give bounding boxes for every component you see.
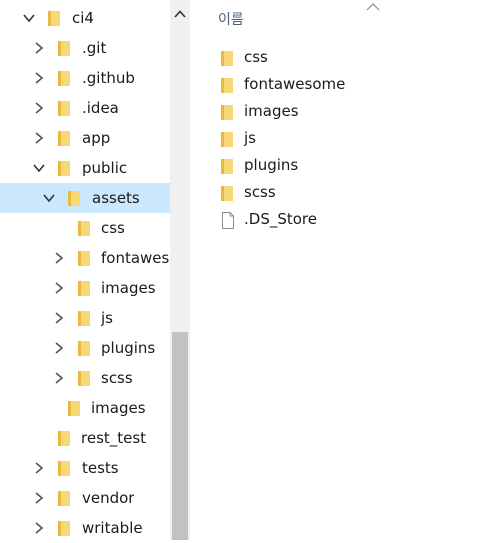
file-item-label: .DS_Store [244, 210, 317, 228]
tree-item-label: images [91, 399, 146, 417]
file-item-label: js [244, 129, 256, 147]
tree-item-label: plugins [101, 339, 156, 357]
tree-item-label: writable [82, 519, 143, 537]
tree-item-label: .git [82, 39, 107, 57]
chevron-right-icon[interactable] [32, 101, 46, 115]
folder-icon [221, 51, 233, 66]
tree-item-vendor[interactable]: vendor [0, 483, 170, 513]
folder-icon [221, 78, 233, 93]
folder-icon [221, 186, 233, 201]
chevron-down-icon[interactable] [32, 161, 46, 175]
chevron-right-icon[interactable] [32, 521, 46, 535]
folder-icon [221, 159, 233, 174]
chevron-right-icon[interactable] [32, 131, 46, 145]
navigation-pane: ci4 .git .github .idea app public assets… [0, 0, 190, 540]
chevron-right-icon[interactable] [32, 41, 46, 55]
chevron-right-icon[interactable] [32, 461, 46, 475]
tree-item-assets[interactable]: assets [0, 183, 170, 213]
file-item-label: plugins [244, 156, 299, 174]
tree-item-label: app [82, 129, 111, 147]
folder-icon [58, 521, 70, 536]
folder-icon [68, 191, 80, 206]
file-item-label: fontawesome [244, 75, 346, 93]
folder-icon [78, 341, 90, 356]
tree-item-fontawesome[interactable]: fontawesome [0, 243, 170, 273]
tree-scrollbar[interactable] [170, 0, 190, 540]
folder-icon [221, 132, 233, 147]
tree-item-label: ci4 [72, 9, 94, 27]
chevron-down-icon[interactable] [42, 191, 56, 205]
chevron-right-icon[interactable] [52, 311, 66, 325]
chevron-right-icon[interactable] [32, 491, 46, 505]
tree-item-label: .github [82, 69, 135, 87]
tree-item-github[interactable]: .github [0, 63, 170, 93]
tree-item-git[interactable]: .git [0, 33, 170, 63]
file-list-pane: 이름 css fontawesome images js plugins scs… [190, 0, 499, 540]
file-item-label: scss [244, 183, 276, 201]
folder-icon [58, 431, 70, 446]
tree-item-ci4[interactable]: ci4 [0, 3, 170, 33]
scrollbar-thumb[interactable] [172, 332, 188, 540]
tree-item-label: fontawesome [101, 249, 170, 267]
folder-icon [58, 41, 70, 56]
scroll-up-button[interactable] [170, 0, 190, 28]
folder-icon [78, 221, 90, 236]
folder-icon [58, 491, 70, 506]
tree-item-label: public [82, 159, 128, 177]
tree-item-writable[interactable]: writable [0, 513, 170, 543]
tree-item-rest-test[interactable]: rest_test [0, 423, 170, 453]
tree-item-label: assets [92, 189, 140, 207]
folder-icon [58, 461, 70, 476]
folder-icon [221, 105, 233, 120]
chevron-right-icon[interactable] [52, 341, 66, 355]
folder-icon [58, 131, 70, 146]
tree-item-idea[interactable]: .idea [0, 93, 170, 123]
folder-icon [78, 251, 90, 266]
file-item-label: css [244, 48, 268, 66]
file-item-label: images [244, 102, 299, 120]
file-icon [222, 212, 234, 229]
folder-icon [68, 401, 80, 416]
folder-icon [78, 371, 90, 386]
folder-icon [48, 11, 60, 26]
tree-item-plugins[interactable]: plugins [0, 333, 170, 363]
folder-icon [78, 311, 90, 326]
folder-icon [58, 101, 70, 116]
tree-item-label: rest_test [81, 429, 147, 447]
tree-item-scss[interactable]: scss [0, 363, 170, 393]
tree-item-js[interactable]: js [0, 303, 170, 333]
tree-item-css[interactable]: css [0, 213, 170, 243]
tree-item-label: tests [82, 459, 119, 477]
chevron-up-icon [174, 10, 186, 18]
name-column-header[interactable]: 이름 [218, 9, 244, 29]
sort-ascending-icon [366, 3, 380, 11]
tree-item-images[interactable]: images [0, 393, 170, 423]
tree-item-app[interactable]: app [0, 123, 170, 153]
chevron-right-icon[interactable] [52, 251, 66, 265]
tree-item-images[interactable]: images [0, 273, 170, 303]
tree-item-label: css [101, 219, 125, 237]
tree-item-label: images [101, 279, 156, 297]
folder-icon [58, 71, 70, 86]
tree-item-public[interactable]: public [0, 153, 170, 183]
tree-item-label: .idea [82, 99, 119, 117]
folder-icon [58, 161, 70, 176]
tree-item-tests[interactable]: tests [0, 453, 170, 483]
chevron-down-icon[interactable] [22, 11, 36, 25]
chevron-right-icon[interactable] [52, 371, 66, 385]
tree-item-label: js [101, 309, 113, 327]
chevron-right-icon[interactable] [52, 281, 66, 295]
tree-item-label: scss [101, 369, 133, 387]
tree-item-label: vendor [82, 489, 135, 507]
folder-icon [78, 281, 90, 296]
chevron-right-icon[interactable] [32, 71, 46, 85]
